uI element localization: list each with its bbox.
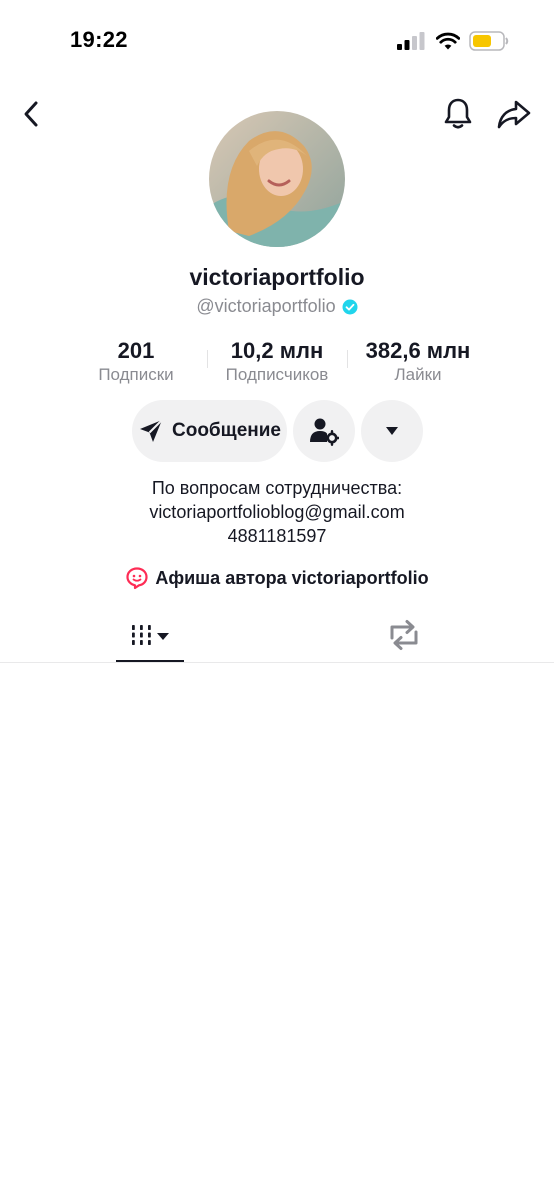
add-friend-settings-icon	[310, 418, 339, 446]
profile-display-name: victoriaportfolio	[189, 264, 365, 290]
back-chevron-icon[interactable]	[20, 100, 46, 128]
stat-likes-label: Лайки	[394, 365, 442, 384]
bell-icon[interactable]	[442, 97, 474, 131]
events-chat-icon	[126, 567, 148, 590]
stat-divider	[347, 350, 348, 368]
stat-followers[interactable]: 10,2 млн Подписчиков	[212, 338, 342, 386]
status-time: 19:22	[70, 27, 128, 52]
stat-likes-value: 382,6 млн	[365, 338, 471, 363]
stat-followers-value: 10,2 млн	[230, 338, 324, 363]
battery-icon	[469, 31, 509, 51]
bio-phone: 4881181597	[227, 526, 327, 546]
tab-videos[interactable]	[116, 618, 184, 652]
bio-line: По вопросам сотрудничества:	[151, 478, 403, 498]
profile-handle: @victoriaportfolio	[196, 296, 336, 316]
verified-badge-icon	[342, 299, 358, 314]
cellular-signal-icon	[397, 32, 425, 50]
tabs-divider	[0, 662, 554, 663]
stat-likes[interactable]: 382,6 млн Лайки	[352, 338, 484, 386]
stat-followers-label: Подписчиков	[225, 365, 329, 384]
profile-bio: По вопросам сотрудничества: victoriaport…	[0, 476, 554, 548]
send-icon	[140, 419, 163, 442]
message-button-label: Сообщение	[172, 420, 281, 441]
more-options-button[interactable]	[361, 400, 423, 462]
stat-following[interactable]: 201 Подписки	[86, 338, 186, 386]
stat-divider	[207, 350, 208, 368]
author-events-label: Афиша автора victoriaportfolio	[155, 567, 429, 588]
caret-down-icon	[386, 427, 398, 435]
videos-grid-icon	[132, 625, 169, 645]
add-friend-button[interactable]	[293, 400, 355, 462]
bio-email: victoriaportfolioblog@gmail.com	[149, 502, 405, 522]
profile-handle-row: @victoriaportfolio	[0, 296, 554, 317]
stat-following-value: 201	[117, 338, 155, 363]
author-events-link[interactable]: Афиша автора victoriaportfolio	[0, 566, 554, 590]
reposts-icon[interactable]	[386, 618, 422, 652]
stat-following-label: Подписки	[98, 365, 174, 384]
wifi-icon	[436, 32, 460, 50]
avatar[interactable]	[209, 111, 345, 247]
share-arrow-icon[interactable]	[496, 98, 532, 130]
message-button[interactable]: Сообщение	[132, 400, 287, 462]
